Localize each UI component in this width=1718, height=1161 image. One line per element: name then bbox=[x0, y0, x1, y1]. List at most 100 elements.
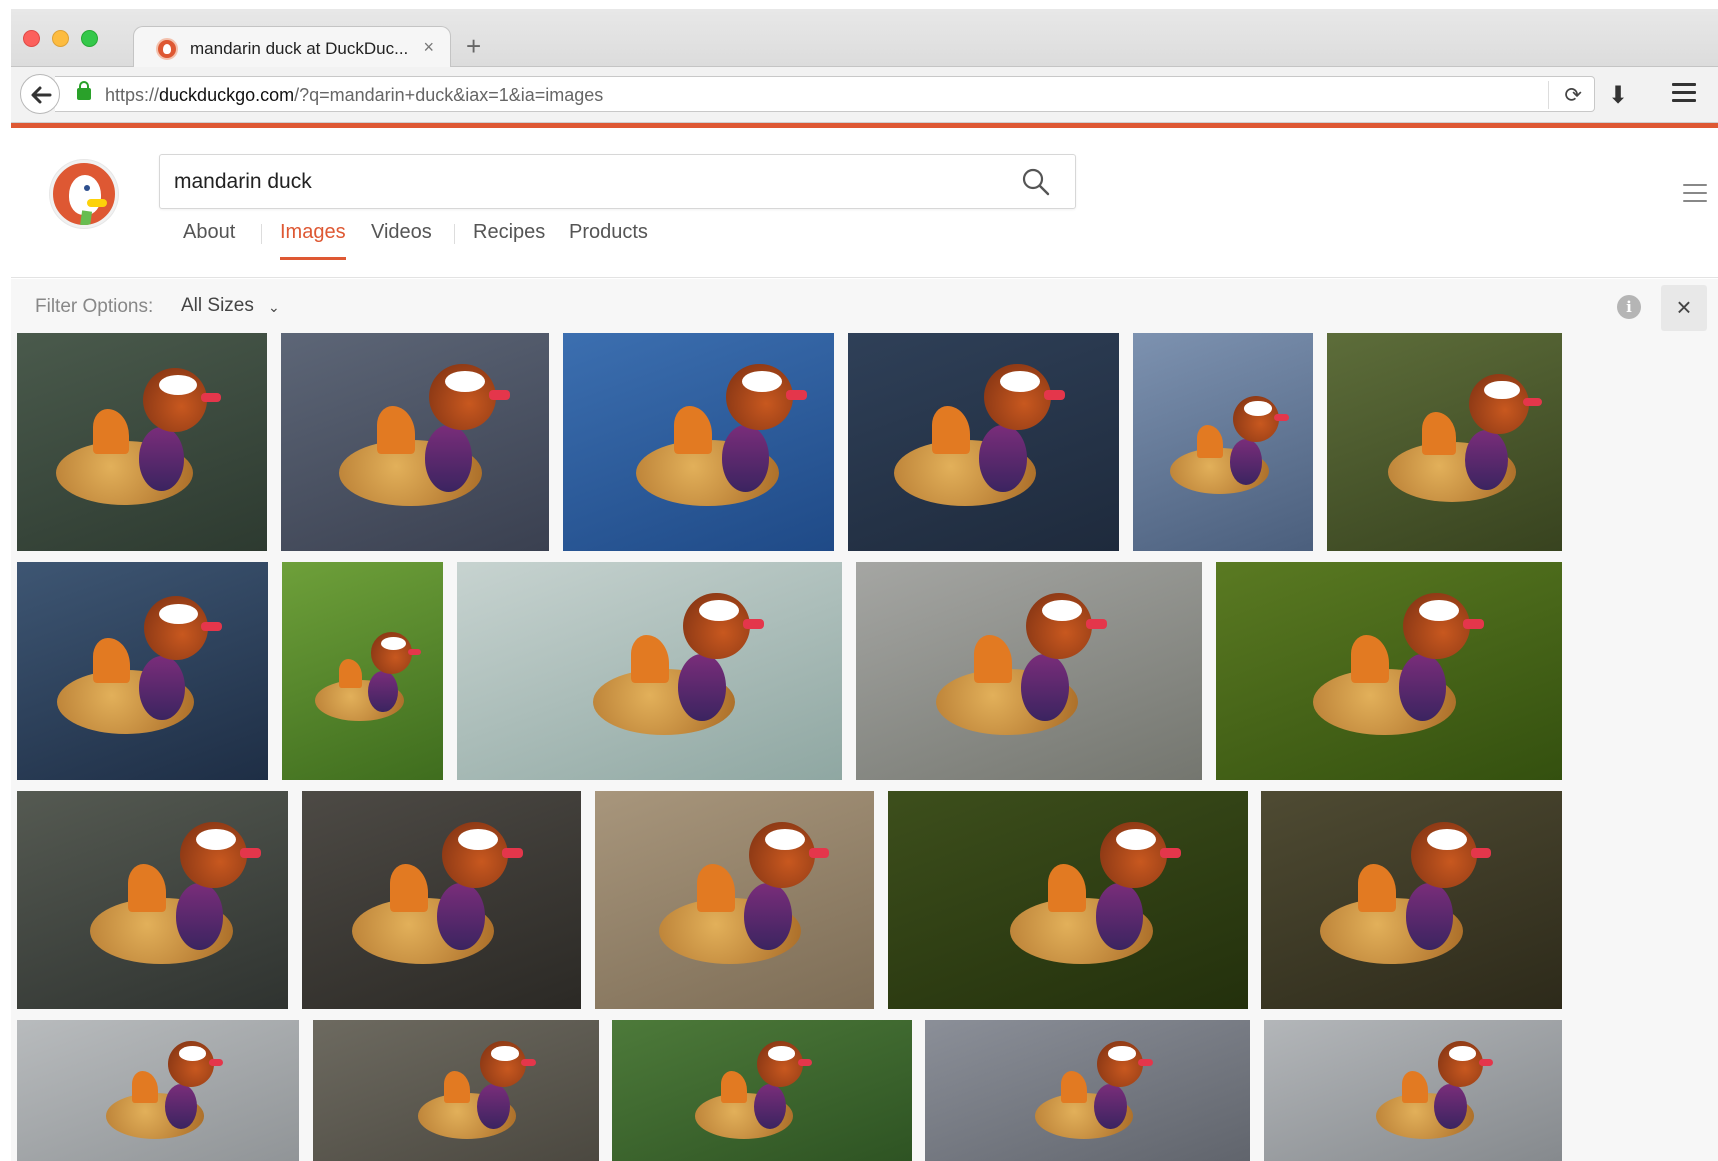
duck-sail bbox=[1358, 864, 1397, 912]
duck-breast bbox=[476, 1083, 510, 1130]
duck-beak bbox=[408, 648, 422, 655]
url-bar[interactable]: https://duckduckgo.com/?q=mandarin+duck&… bbox=[55, 76, 1595, 112]
browser-menu-icon[interactable] bbox=[1672, 83, 1696, 107]
new-tab-button[interactable]: + bbox=[466, 33, 481, 59]
duck-sail bbox=[93, 637, 130, 684]
duck-sail bbox=[931, 406, 970, 454]
duck-breast bbox=[1434, 1083, 1468, 1130]
search-query[interactable]: mandarin duck bbox=[174, 170, 312, 194]
image-result-thumbnail[interactable] bbox=[1133, 333, 1313, 551]
duck-sail bbox=[696, 864, 735, 912]
duck-sail bbox=[1401, 1070, 1428, 1104]
image-result-thumbnail[interactable] bbox=[1327, 333, 1562, 551]
duck-breast bbox=[139, 655, 185, 721]
url-separator bbox=[1548, 81, 1549, 109]
image-result-thumbnail[interactable] bbox=[17, 791, 288, 1009]
nav-divider bbox=[454, 224, 455, 244]
image-result-thumbnail[interactable] bbox=[281, 333, 549, 551]
duck-white-stripe bbox=[1483, 380, 1520, 400]
close-window-button[interactable] bbox=[23, 30, 40, 47]
navigation-bar: https://duckduckgo.com/?q=mandarin+duck&… bbox=[11, 67, 1718, 123]
duck-sail bbox=[338, 658, 363, 689]
image-result-thumbnail[interactable] bbox=[17, 333, 267, 551]
filter-bar: Filter Options: All Sizes ⌄ i × bbox=[11, 279, 1718, 333]
duck-beak bbox=[742, 619, 764, 629]
image-result-thumbnail[interactable] bbox=[1216, 562, 1562, 780]
tab-images[interactable]: Images bbox=[280, 221, 346, 260]
image-result-thumbnail[interactable] bbox=[17, 1020, 299, 1161]
duck-beak bbox=[1523, 397, 1543, 407]
duck-breast bbox=[979, 425, 1027, 492]
duck-sail bbox=[1196, 425, 1223, 459]
image-result-thumbnail[interactable] bbox=[595, 791, 874, 1009]
duck-beak bbox=[521, 1059, 536, 1066]
duck-beak bbox=[1160, 848, 1181, 858]
chevron-down-icon[interactable]: ⌄ bbox=[268, 299, 280, 316]
duck-sail bbox=[630, 635, 669, 683]
download-icon[interactable]: ⬇ bbox=[1608, 81, 1628, 110]
duck-white-stripe bbox=[491, 1046, 519, 1061]
duck-sail bbox=[92, 408, 130, 455]
site-header: mandarin duck About Images Videos Recipe… bbox=[11, 128, 1718, 278]
duck-sail bbox=[1061, 1070, 1088, 1104]
site-menu-icon[interactable] bbox=[1683, 184, 1707, 208]
duck-breast bbox=[1095, 883, 1143, 950]
tab-about[interactable]: About bbox=[183, 221, 235, 244]
image-result-thumbnail[interactable] bbox=[1264, 1020, 1562, 1161]
minimize-window-button[interactable] bbox=[52, 30, 69, 47]
maximize-window-button[interactable] bbox=[81, 30, 98, 47]
image-result-thumbnail[interactable] bbox=[563, 333, 834, 551]
duck-breast bbox=[1464, 429, 1508, 490]
tab-close-icon[interactable]: × bbox=[423, 37, 434, 58]
image-result-thumbnail[interactable] bbox=[17, 562, 268, 780]
image-result-thumbnail[interactable] bbox=[925, 1020, 1250, 1161]
image-result-thumbnail[interactable] bbox=[457, 562, 842, 780]
duckduckgo-logo[interactable] bbox=[50, 160, 118, 228]
image-results-grid bbox=[11, 333, 1718, 1161]
nav-divider bbox=[261, 224, 262, 244]
image-result-thumbnail[interactable] bbox=[313, 1020, 599, 1161]
duck-white-stripe bbox=[178, 1046, 207, 1061]
duck-beak bbox=[489, 390, 510, 400]
duck-sail bbox=[128, 864, 167, 912]
image-result-thumbnail[interactable] bbox=[848, 333, 1119, 551]
duckduckgo-favicon-icon bbox=[156, 38, 178, 60]
tab-recipes[interactable]: Recipes bbox=[473, 221, 545, 244]
duck-beak bbox=[1138, 1059, 1153, 1066]
back-button[interactable] bbox=[20, 74, 60, 114]
duck-breast bbox=[437, 883, 485, 950]
duck-breast bbox=[721, 425, 770, 492]
image-result-thumbnail[interactable] bbox=[856, 562, 1202, 780]
image-result-thumbnail[interactable] bbox=[282, 562, 443, 780]
search-input[interactable]: mandarin duck bbox=[159, 154, 1076, 209]
image-result-thumbnail[interactable] bbox=[888, 791, 1248, 1009]
back-arrow-icon bbox=[31, 86, 52, 104]
duck-sail bbox=[377, 406, 415, 454]
duck-beak bbox=[786, 390, 808, 400]
close-filter-button[interactable]: × bbox=[1661, 285, 1707, 331]
duck-white-stripe bbox=[158, 374, 198, 396]
duck-white-stripe bbox=[1448, 1046, 1477, 1061]
url-text[interactable]: https://duckduckgo.com/?q=mandarin+duck&… bbox=[105, 85, 603, 106]
duck-beak bbox=[1044, 390, 1065, 400]
duck-sail bbox=[674, 406, 713, 454]
tab-products[interactable]: Products bbox=[569, 221, 648, 244]
image-result-thumbnail[interactable] bbox=[612, 1020, 912, 1161]
duck-beak bbox=[1085, 619, 1107, 629]
duck-breast bbox=[1094, 1083, 1127, 1130]
duck-white-stripe bbox=[381, 637, 407, 651]
search-icon[interactable] bbox=[1021, 167, 1051, 197]
reload-icon[interactable]: ⟳ bbox=[1564, 83, 1582, 108]
duck-breast bbox=[164, 1083, 198, 1130]
browser-tab[interactable]: mandarin duck at DuckDuc... × bbox=[133, 26, 451, 68]
duck-beak bbox=[240, 848, 262, 858]
duck-beak bbox=[208, 1059, 224, 1066]
image-result-thumbnail[interactable] bbox=[1261, 791, 1562, 1009]
info-icon[interactable]: i bbox=[1617, 295, 1641, 319]
duck-sail bbox=[444, 1070, 471, 1104]
image-result-thumbnail[interactable] bbox=[302, 791, 581, 1009]
size-filter-dropdown[interactable]: All Sizes bbox=[181, 295, 254, 317]
url-prefix: https:// bbox=[105, 85, 160, 105]
tab-videos[interactable]: Videos bbox=[371, 221, 432, 244]
duck-breast bbox=[175, 883, 224, 950]
